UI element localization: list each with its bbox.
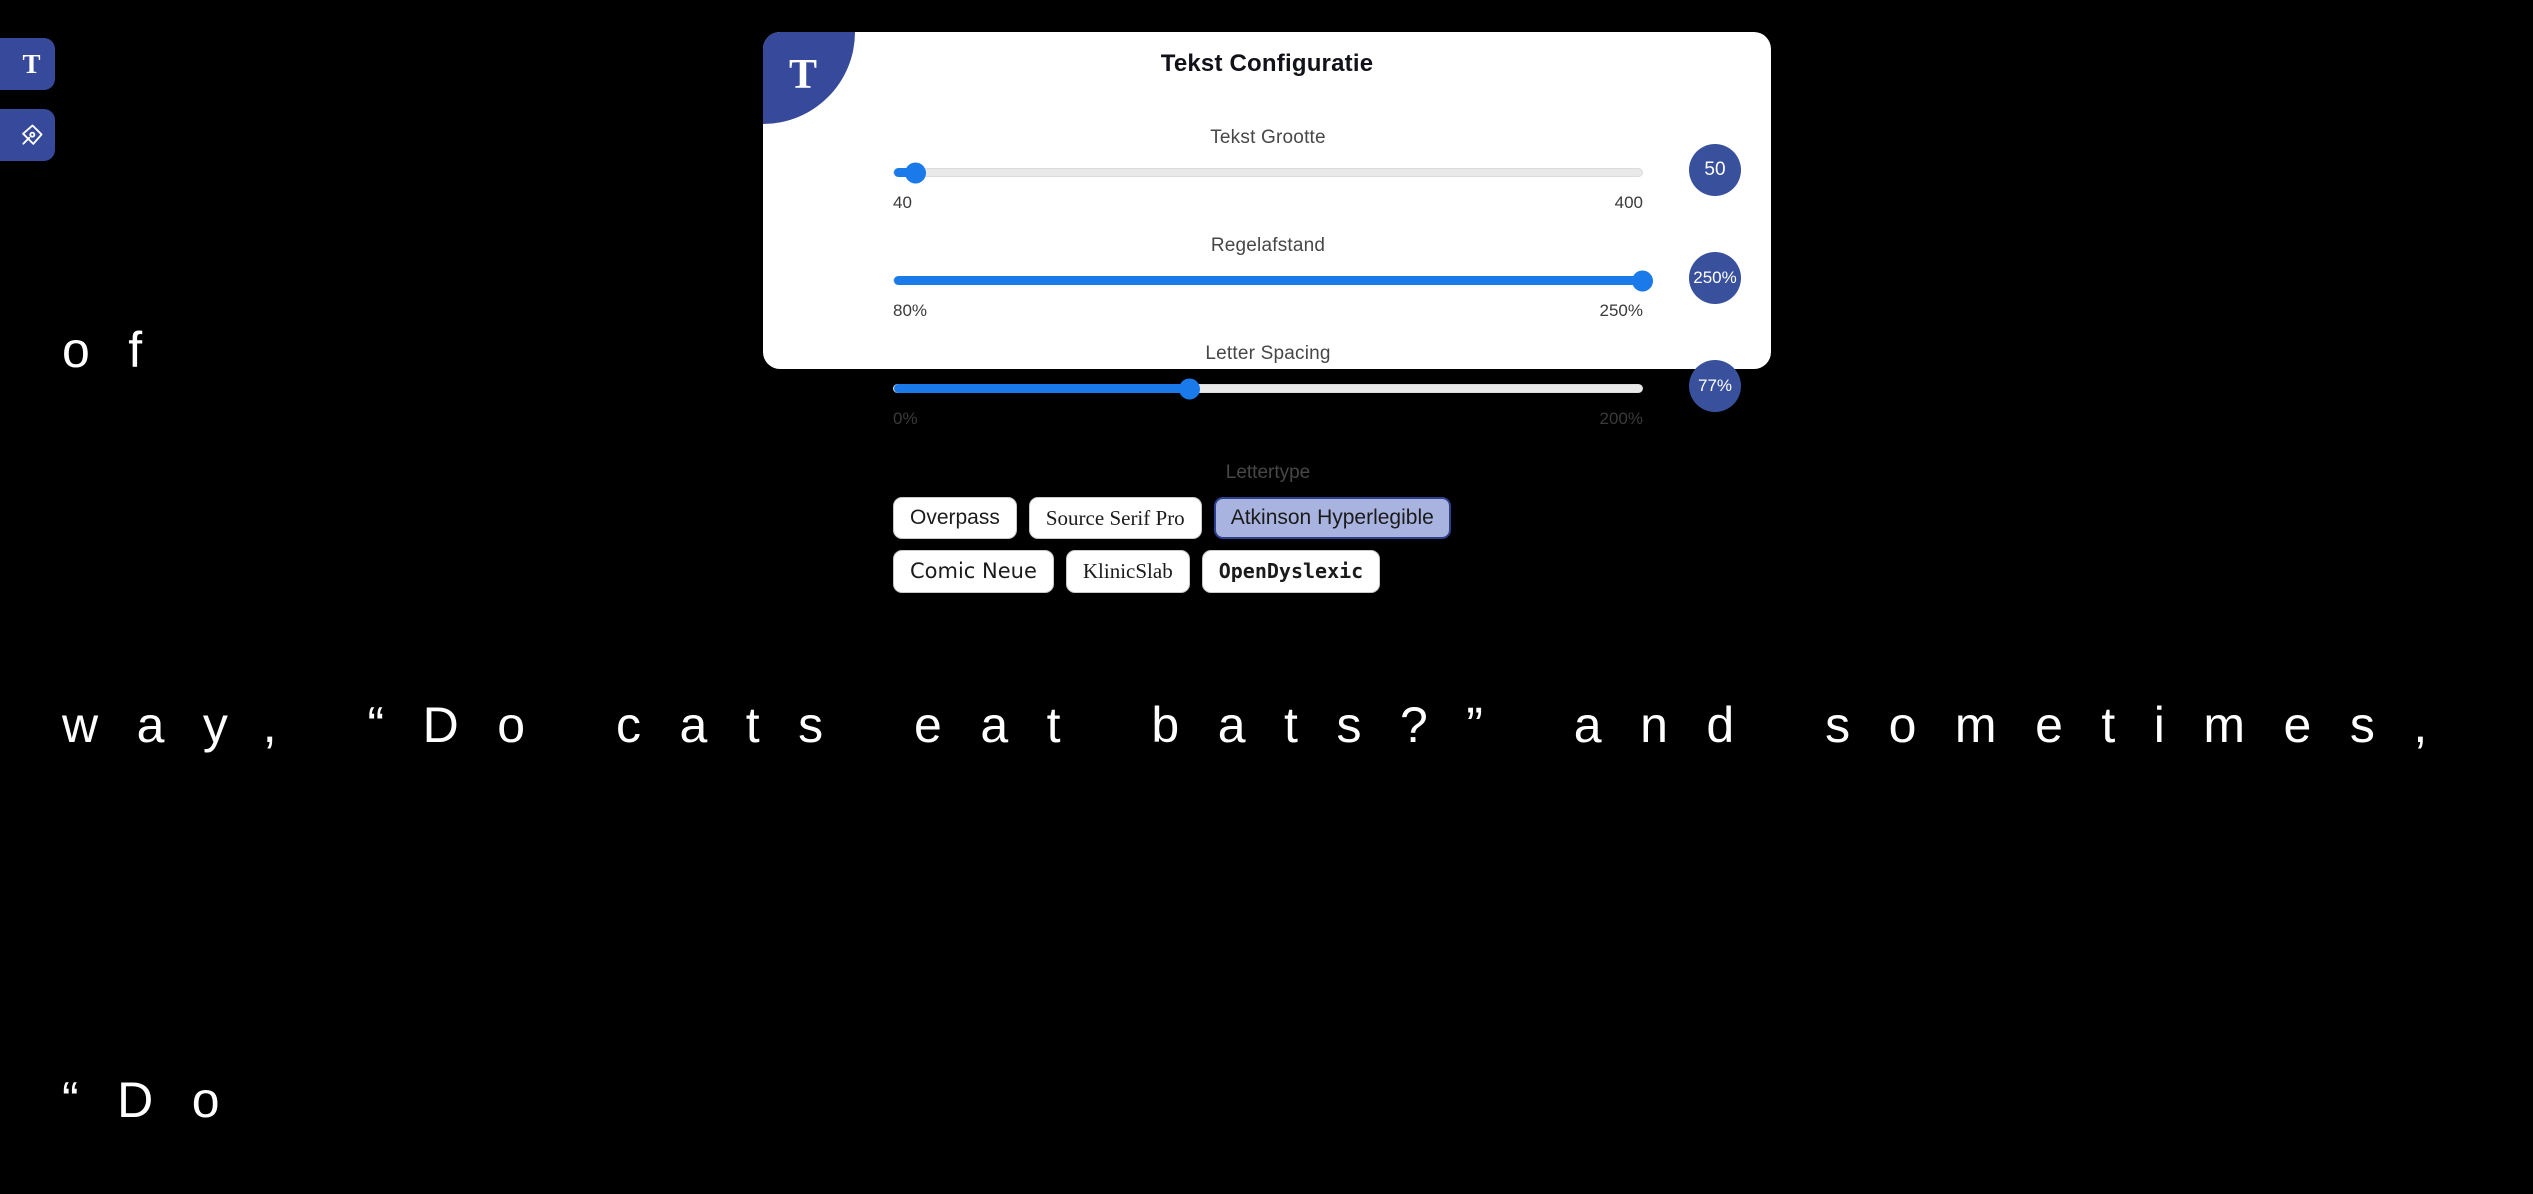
slider-thumb[interactable] — [1632, 270, 1653, 291]
text-tool-button[interactable]: T — [0, 38, 55, 90]
line-height-slider[interactable] — [893, 270, 1653, 291]
pen-nib-icon — [19, 122, 45, 148]
panel-title: Tekst Configuratie — [1160, 50, 1374, 77]
slider-label: Tekst Grootte — [1210, 127, 1326, 148]
pen-tool-button[interactable] — [0, 109, 55, 161]
text-size-slider[interactable] — [893, 162, 1643, 183]
font-button-klinicslab[interactable]: KlinicSlab — [1065, 550, 1190, 593]
slider-max-label: 250% — [1599, 301, 1643, 320]
slider-label: Letter Spacing — [1205, 343, 1331, 364]
slider-group-line-height: Regelafstand 80% 250% — [893, 235, 1653, 321]
text-size-value-badge: 50 — [1689, 144, 1741, 196]
font-button-overpass[interactable]: Overpass — [893, 497, 1017, 540]
font-button-atkinson-hyperlegible[interactable]: Atkinson Hyperlegible — [1213, 497, 1451, 540]
slider-fill — [894, 276, 1642, 285]
slider-max-label: 200% — [1599, 409, 1643, 428]
font-chooser-label: Lettertype — [1225, 462, 1311, 483]
tool-rail: T — [0, 38, 55, 161]
slider-group-letter-spacing: Letter Spacing 0% 200% — [893, 343, 1643, 429]
text-T-icon: T — [22, 48, 41, 79]
font-button-comic-neue[interactable]: Comic Neue — [893, 550, 1054, 593]
slider-track[interactable] — [893, 378, 1643, 399]
slider-group-text-size: Tekst Grootte 40 400 — [893, 127, 1643, 213]
font-button-source-serif-pro[interactable]: Source Serif Pro — [1028, 497, 1202, 540]
panel-brand-corner: T — [763, 32, 855, 124]
slider-range-labels: 80% 250% — [893, 301, 1643, 321]
reader-line: way, “Do cats eat bats?” and sometimes, — [62, 697, 2466, 753]
font-chooser: Lettertype Overpass Source Serif Pro Atk… — [893, 462, 1643, 593]
slider-min-label: 80% — [893, 301, 928, 320]
slider-thumb[interactable] — [904, 162, 926, 183]
reader-line: “Do — [62, 1072, 259, 1128]
slider-min-label: 0% — [893, 409, 918, 428]
letter-spacing-value-badge: 77% — [1689, 360, 1741, 412]
line-height-value-badge: 250% — [1689, 252, 1741, 304]
slider-max-label: 400 — [1614, 193, 1643, 212]
text-configuration-panel: T Tekst Configuratie Tekst Grootte 40 40… — [763, 32, 1771, 593]
slider-label: Regelafstand — [1210, 235, 1326, 256]
slider-min-label: 40 — [893, 193, 912, 212]
slider-range-labels: 40 400 — [893, 193, 1643, 213]
slider-range-labels: 0% 200% — [893, 409, 1643, 429]
slider-track[interactable] — [893, 270, 1653, 291]
font-button-row: Comic Neue KlinicSlab OpenDyslexic — [893, 550, 1643, 593]
slider-fill — [894, 384, 1190, 393]
font-button-opendyslexic[interactable]: OpenDyslexic — [1201, 550, 1381, 593]
slider-track[interactable] — [893, 162, 1643, 183]
font-button-row: Overpass Source Serif Pro Atkinson Hyper… — [893, 497, 1643, 540]
letter-spacing-slider[interactable] — [893, 378, 1643, 399]
slider-thumb[interactable] — [1179, 378, 1201, 399]
